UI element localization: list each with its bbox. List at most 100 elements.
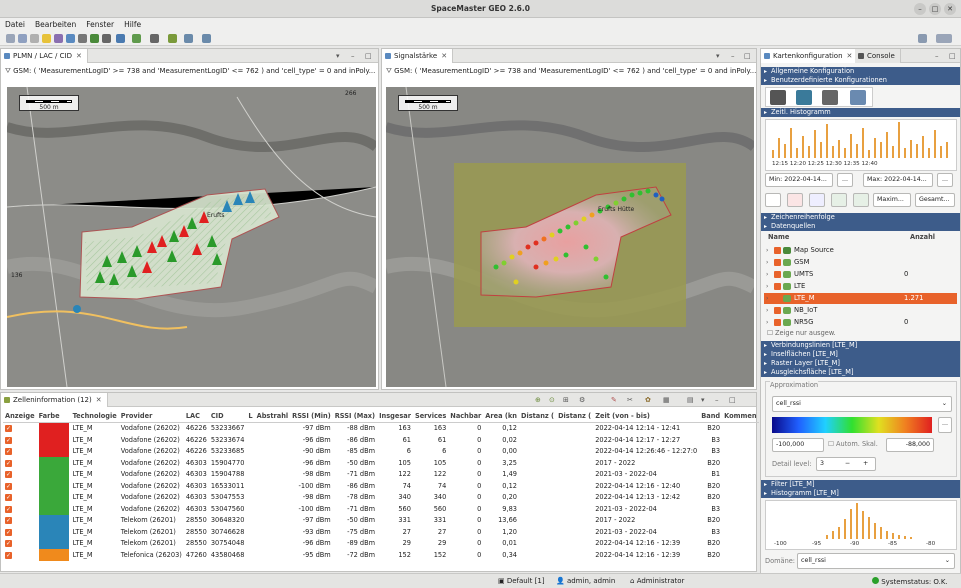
column-header[interactable]: LAC bbox=[183, 411, 209, 423]
image-icon[interactable] bbox=[809, 193, 825, 207]
perspective-switch-icon[interactable] bbox=[936, 34, 952, 43]
column-header[interactable]: Nachbar bbox=[448, 411, 484, 423]
table-row[interactable]: ✓ LTE_M Telefonica (26203) 47260 43580468 -95… bbox=[3, 549, 759, 561]
column-header[interactable]: Kommen bbox=[722, 411, 759, 423]
min-date-field[interactable]: Min: 2022-04-14... bbox=[765, 173, 833, 187]
table-row[interactable]: ✓ LTE_M Vodafone (26202) 46303 15904788 -98 d… bbox=[3, 468, 759, 480]
tools-icon[interactable]: ⚙ bbox=[579, 396, 585, 404]
section-verbindung[interactable]: Verbindungslinien [LTE_M] bbox=[761, 341, 960, 350]
checkbox[interactable]: ✓ bbox=[5, 436, 12, 444]
edit-icon[interactable]: ✂ bbox=[627, 396, 633, 404]
menu-bearbeiten[interactable]: Bearbeiten bbox=[35, 20, 76, 29]
expand-icon[interactable]: › bbox=[766, 269, 768, 280]
max-date-field[interactable]: Max: 2022-04-14... bbox=[863, 173, 933, 187]
column-header[interactable]: Technologie bbox=[70, 411, 119, 423]
table-row[interactable]: ✓ LTE_M Telekom (26201) 28550 30648320 -97 dB… bbox=[3, 514, 759, 526]
section-zeit-histogramm[interactable]: Zeitl. Histogramm bbox=[761, 108, 960, 117]
autom-skal[interactable]: ☐ Autom. Skal. bbox=[828, 440, 878, 448]
column-header[interactable]: Zeit (von - bis) bbox=[593, 411, 700, 423]
datasource-item[interactable]: › NB_IoT bbox=[764, 305, 957, 316]
table-row[interactable]: ✓ LTE_M Vodafone (26202) 46226 53233685 -90 d… bbox=[3, 445, 759, 457]
checkbox[interactable]: ✓ bbox=[5, 494, 12, 502]
section-allgemeine[interactable]: Allgemeine Konfiguration bbox=[761, 67, 960, 76]
color-swatch[interactable] bbox=[38, 445, 69, 457]
globe-icon[interactable] bbox=[831, 193, 847, 207]
tab-plmn[interactable]: PLMN / LAC / CID ✕ bbox=[1, 49, 88, 63]
table-row[interactable]: ✓ LTE_M Vodafone (26202) 46303 15904770 -96 d… bbox=[3, 457, 759, 469]
db-icon[interactable] bbox=[66, 34, 75, 43]
color-swatch[interactable] bbox=[38, 480, 69, 492]
grad-min-field[interactable]: -100,000 bbox=[772, 438, 824, 452]
minimize-icon[interactable]: – bbox=[914, 3, 926, 15]
zoom-icon[interactable]: ⊕ bbox=[535, 396, 541, 404]
menu-hilfe[interactable]: Hilfe bbox=[124, 20, 141, 29]
checkbox[interactable] bbox=[774, 295, 781, 302]
run-icon[interactable] bbox=[853, 193, 869, 207]
color-swatch[interactable] bbox=[38, 457, 69, 469]
close-tab-icon[interactable]: ✕ bbox=[847, 52, 853, 60]
pin-icon[interactable]: ✎ bbox=[611, 396, 617, 404]
close-tab-icon[interactable]: ✕ bbox=[441, 52, 447, 60]
minus-icon[interactable]: − bbox=[845, 458, 850, 470]
view-menu-icon[interactable]: ▾ bbox=[701, 396, 705, 404]
checkbox[interactable]: ✓ bbox=[5, 505, 12, 513]
maximize-view-icon[interactable]: □ bbox=[365, 52, 372, 60]
checkbox[interactable]: ✓ bbox=[5, 471, 12, 479]
section-datenquellen[interactable]: Datenquellen bbox=[761, 222, 960, 231]
column-header[interactable]: Distanz ( bbox=[556, 411, 594, 423]
settings-icon[interactable] bbox=[184, 34, 193, 43]
checkbox[interactable] bbox=[774, 307, 781, 314]
section-insel[interactable]: Inselflächen [LTE_M] bbox=[761, 350, 960, 359]
section-benutzerdefiniert[interactable]: Benutzerdefinierte Konfigurationen bbox=[761, 76, 960, 85]
checkbox[interactable] bbox=[774, 283, 781, 290]
frame-icon[interactable] bbox=[765, 193, 781, 207]
gradient-more-button[interactable]: ... bbox=[938, 417, 952, 433]
checkbox[interactable]: ✓ bbox=[5, 551, 12, 559]
search-icon[interactable]: ⊙ bbox=[549, 396, 555, 404]
save-icon[interactable] bbox=[30, 34, 39, 43]
expand-icon[interactable]: › bbox=[766, 317, 768, 328]
approximation-select[interactable]: cell_rssi ⌄ bbox=[772, 396, 952, 412]
open-icon[interactable] bbox=[18, 34, 27, 43]
checkbox[interactable] bbox=[774, 247, 781, 254]
checkbox[interactable]: ✓ bbox=[5, 482, 12, 490]
camera-icon[interactable] bbox=[102, 34, 111, 43]
menu-fenster[interactable]: Fenster bbox=[86, 20, 114, 29]
checkbox[interactable]: ✓ bbox=[5, 517, 12, 525]
grad-max-field[interactable]: -88,000 bbox=[886, 438, 934, 452]
checkbox[interactable]: ✓ bbox=[5, 448, 12, 456]
select-icon[interactable]: ⊞ bbox=[563, 396, 569, 404]
domain-select[interactable]: cell_rssi ⌄ bbox=[797, 553, 955, 569]
expand-icon[interactable]: › bbox=[766, 293, 768, 304]
expand-icon[interactable]: › bbox=[766, 281, 768, 292]
column-header[interactable]: L bbox=[246, 411, 255, 423]
max-more-button[interactable]: ... bbox=[937, 173, 953, 187]
checkbox[interactable]: ✓ bbox=[5, 425, 12, 433]
datasource-item[interactable]: › Map Source bbox=[764, 245, 957, 256]
color-swatch[interactable] bbox=[38, 468, 69, 480]
checkbox[interactable]: ✓ bbox=[5, 459, 12, 467]
minimize-view-icon[interactable]: – bbox=[715, 396, 719, 404]
maximize-icon[interactable]: □ bbox=[929, 3, 941, 15]
column-header[interactable]: Insgesar bbox=[377, 411, 413, 423]
expand-icon[interactable]: › bbox=[766, 305, 768, 316]
table-row[interactable]: ✓ LTE_M Vodafone (26202) 46226 53233667 -97 d… bbox=[3, 422, 759, 434]
section-zeichenreihenfolge[interactable]: Zeichenreihenfolge bbox=[761, 213, 960, 222]
section-filter[interactable]: Filter [LTE_M] bbox=[761, 480, 960, 489]
section-ausgleich[interactable]: Ausgleichsfläche [LTE_M] bbox=[761, 368, 960, 377]
bulb-icon[interactable] bbox=[42, 34, 51, 43]
color-swatch[interactable] bbox=[38, 514, 69, 526]
table-row[interactable]: ✓ LTE_M Telekom (26201) 28550 30746628 -93 dB… bbox=[3, 526, 759, 538]
layout-indicator[interactable]: ▣ Default [1] bbox=[498, 577, 545, 585]
table-row[interactable]: ✓ LTE_M Telekom (26201) 28550 30754048 -96 dB… bbox=[3, 537, 759, 549]
column-header[interactable]: Services bbox=[412, 411, 449, 423]
right-map-canvas[interactable]: Erufts Hütte 500 m bbox=[386, 87, 754, 387]
expand-icon[interactable]: › bbox=[766, 245, 768, 256]
layers-icon[interactable] bbox=[90, 34, 99, 43]
export-icon[interactable] bbox=[116, 34, 125, 43]
checkbox[interactable]: ✓ bbox=[5, 540, 12, 548]
minimize-view-icon[interactable]: – bbox=[351, 52, 355, 60]
grid-icon[interactable] bbox=[78, 34, 87, 43]
perspective-icon[interactable] bbox=[918, 34, 927, 43]
layer-config-icon[interactable] bbox=[850, 90, 866, 105]
